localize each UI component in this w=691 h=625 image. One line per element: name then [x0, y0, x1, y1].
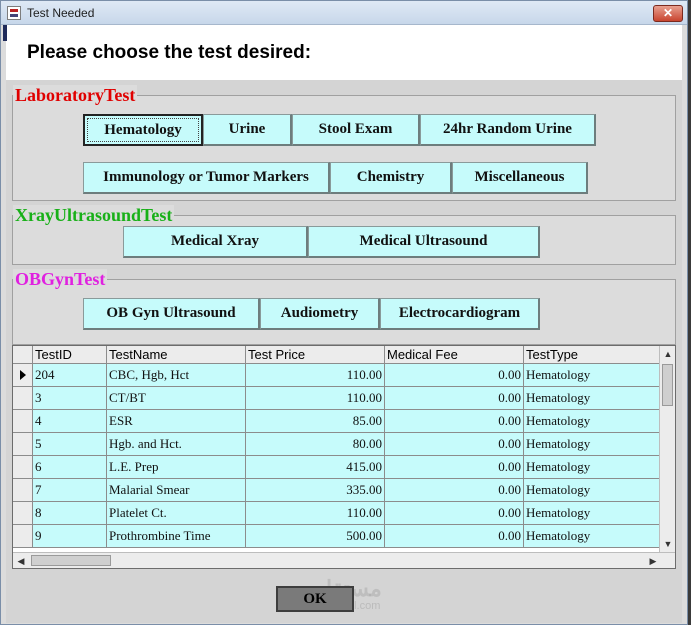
scroll-up-icon[interactable]: ▲ [660, 346, 675, 362]
title-bar[interactable]: Test Needed ✕ [1, 1, 687, 25]
row-selector[interactable] [13, 502, 33, 525]
close-button[interactable]: ✕ [653, 5, 683, 22]
window-title: Test Needed [27, 6, 95, 20]
table-cell[interactable]: 204 [33, 364, 107, 387]
table-cell[interactable]: 415.00 [246, 456, 385, 479]
table-cell[interactable]: 110.00 [246, 502, 385, 525]
table-cell[interactable]: 500.00 [246, 525, 385, 548]
table-cell[interactable]: 110.00 [246, 364, 385, 387]
obgyn-test-legend: OBGynTest [13, 269, 108, 289]
ok-button[interactable]: OK [276, 586, 354, 612]
table-cell[interactable]: 9 [33, 525, 107, 548]
table-cell[interactable]: L.E. Prep [107, 456, 246, 479]
xray-ultrasound-test-legend: XrayUltrasoundTest [13, 205, 175, 225]
page-heading: Please choose the test desired: [27, 42, 312, 63]
table-cell[interactable]: 0.00 [385, 525, 524, 548]
grid-corner [13, 346, 33, 364]
row-selector[interactable] [13, 456, 33, 479]
current-row-pointer-icon [20, 370, 26, 380]
vertical-scrollbar[interactable]: ▲ ▼ [659, 346, 675, 552]
row-selector[interactable] [13, 479, 33, 502]
table-cell[interactable]: CBC, Hgb, Hct [107, 364, 246, 387]
laboratory-test-legend: LaboratoryTest [13, 85, 138, 105]
table-cell[interactable]: Hematology [524, 387, 661, 410]
audiometry-button[interactable]: Audiometry [260, 298, 380, 330]
row-selector[interactable] [13, 433, 33, 456]
medical-ultrasound-button[interactable]: Medical Ultrasound [308, 226, 540, 258]
table-row[interactable]: 5 Hgb. and Hct. 80.00 0.00 Hematology [13, 433, 661, 456]
scroll-right-icon[interactable]: ▶ [645, 553, 661, 568]
table-row[interactable]: 204 CBC, Hgb, Hct 110.00 0.00 Hematology [13, 364, 661, 387]
column-header-testid[interactable]: TestID [33, 346, 107, 364]
vertical-scroll-thumb[interactable] [662, 364, 673, 406]
table-cell[interactable]: 80.00 [246, 433, 385, 456]
table-cell[interactable]: 5 [33, 433, 107, 456]
table-cell[interactable]: 0.00 [385, 433, 524, 456]
table-cell[interactable]: 8 [33, 502, 107, 525]
table-cell[interactable]: 110.00 [246, 387, 385, 410]
immunology-tumor-markers-button[interactable]: Immunology or Tumor Markers [83, 162, 330, 194]
table-cell[interactable]: Hematology [524, 456, 661, 479]
scroll-left-icon[interactable]: ◀ [13, 553, 29, 568]
chemistry-button[interactable]: Chemistry [330, 162, 452, 194]
row-selector[interactable] [13, 364, 33, 387]
table-cell[interactable]: 6 [33, 456, 107, 479]
table-cell[interactable]: 3 [33, 387, 107, 410]
scroll-down-icon[interactable]: ▼ [660, 536, 675, 552]
hematology-button[interactable]: Hematology [83, 114, 203, 146]
table-cell[interactable]: Hematology [524, 410, 661, 433]
table-cell[interactable]: Hematology [524, 479, 661, 502]
column-header-test-price[interactable]: Test Price [246, 346, 385, 364]
table-row[interactable]: 6 L.E. Prep 415.00 0.00 Hematology [13, 456, 661, 479]
row-selector[interactable] [13, 410, 33, 433]
test-grid[interactable]: TestID TestName Test Price Medical Fee T… [12, 345, 676, 569]
miscellaneous-button[interactable]: Miscellaneous [452, 162, 588, 194]
horizontal-scrollbar[interactable]: ◀ ▶ [13, 552, 675, 568]
medical-xray-button[interactable]: Medical Xray [123, 226, 308, 258]
table-cell[interactable]: Hematology [524, 525, 661, 548]
table-cell[interactable]: Hematology [524, 433, 661, 456]
urine-button[interactable]: Urine [203, 114, 292, 146]
table-cell[interactable]: 0.00 [385, 502, 524, 525]
table-cell[interactable]: 7 [33, 479, 107, 502]
table-row[interactable]: 3 CT/BT 110.00 0.00 Hematology [13, 387, 661, 410]
table-cell[interactable]: Malarial Smear [107, 479, 246, 502]
table-cell[interactable]: 335.00 [246, 479, 385, 502]
row-selector[interactable] [13, 525, 33, 548]
horizontal-scroll-thumb[interactable] [31, 555, 111, 566]
table-cell[interactable]: Hgb. and Hct. [107, 433, 246, 456]
table-row[interactable]: 8 Platelet Ct. 110.00 0.00 Hematology [13, 502, 661, 525]
stool-exam-button[interactable]: Stool Exam [292, 114, 420, 146]
table-cell[interactable]: 0.00 [385, 364, 524, 387]
table-cell[interactable]: Hematology [524, 502, 661, 525]
table-cell[interactable]: 85.00 [246, 410, 385, 433]
table-row[interactable]: 7 Malarial Smear 335.00 0.00 Hematology [13, 479, 661, 502]
table-cell[interactable]: 0.00 [385, 410, 524, 433]
table-cell[interactable]: Platelet Ct. [107, 502, 246, 525]
left-marker [3, 25, 7, 41]
table-cell[interactable]: Hematology [524, 364, 661, 387]
table-cell[interactable]: 0.00 [385, 387, 524, 410]
row-selector[interactable] [13, 387, 33, 410]
electrocardiogram-button[interactable]: Electrocardiogram [380, 298, 540, 330]
column-header-testname[interactable]: TestName [107, 346, 246, 364]
column-header-medical-fee[interactable]: Medical Fee [385, 346, 524, 364]
table-cell[interactable]: 0.00 [385, 456, 524, 479]
table-cell[interactable]: 4 [33, 410, 107, 433]
table-row[interactable]: 4 ESR 85.00 0.00 Hematology [13, 410, 661, 433]
table-cell[interactable]: 0.00 [385, 479, 524, 502]
ob-gyn-ultrasound-button[interactable]: OB Gyn Ultrasound [83, 298, 260, 330]
24hr-random-urine-button[interactable]: 24hr Random Urine [420, 114, 596, 146]
app-icon [7, 6, 21, 20]
table-cell[interactable]: ESR [107, 410, 246, 433]
table-cell[interactable]: Prothrombine Time [107, 525, 246, 548]
table-row[interactable]: 9 Prothrombine Time 500.00 0.00 Hematology [13, 525, 661, 548]
table-cell[interactable]: CT/BT [107, 387, 246, 410]
column-header-testtype[interactable]: TestType [524, 346, 661, 364]
